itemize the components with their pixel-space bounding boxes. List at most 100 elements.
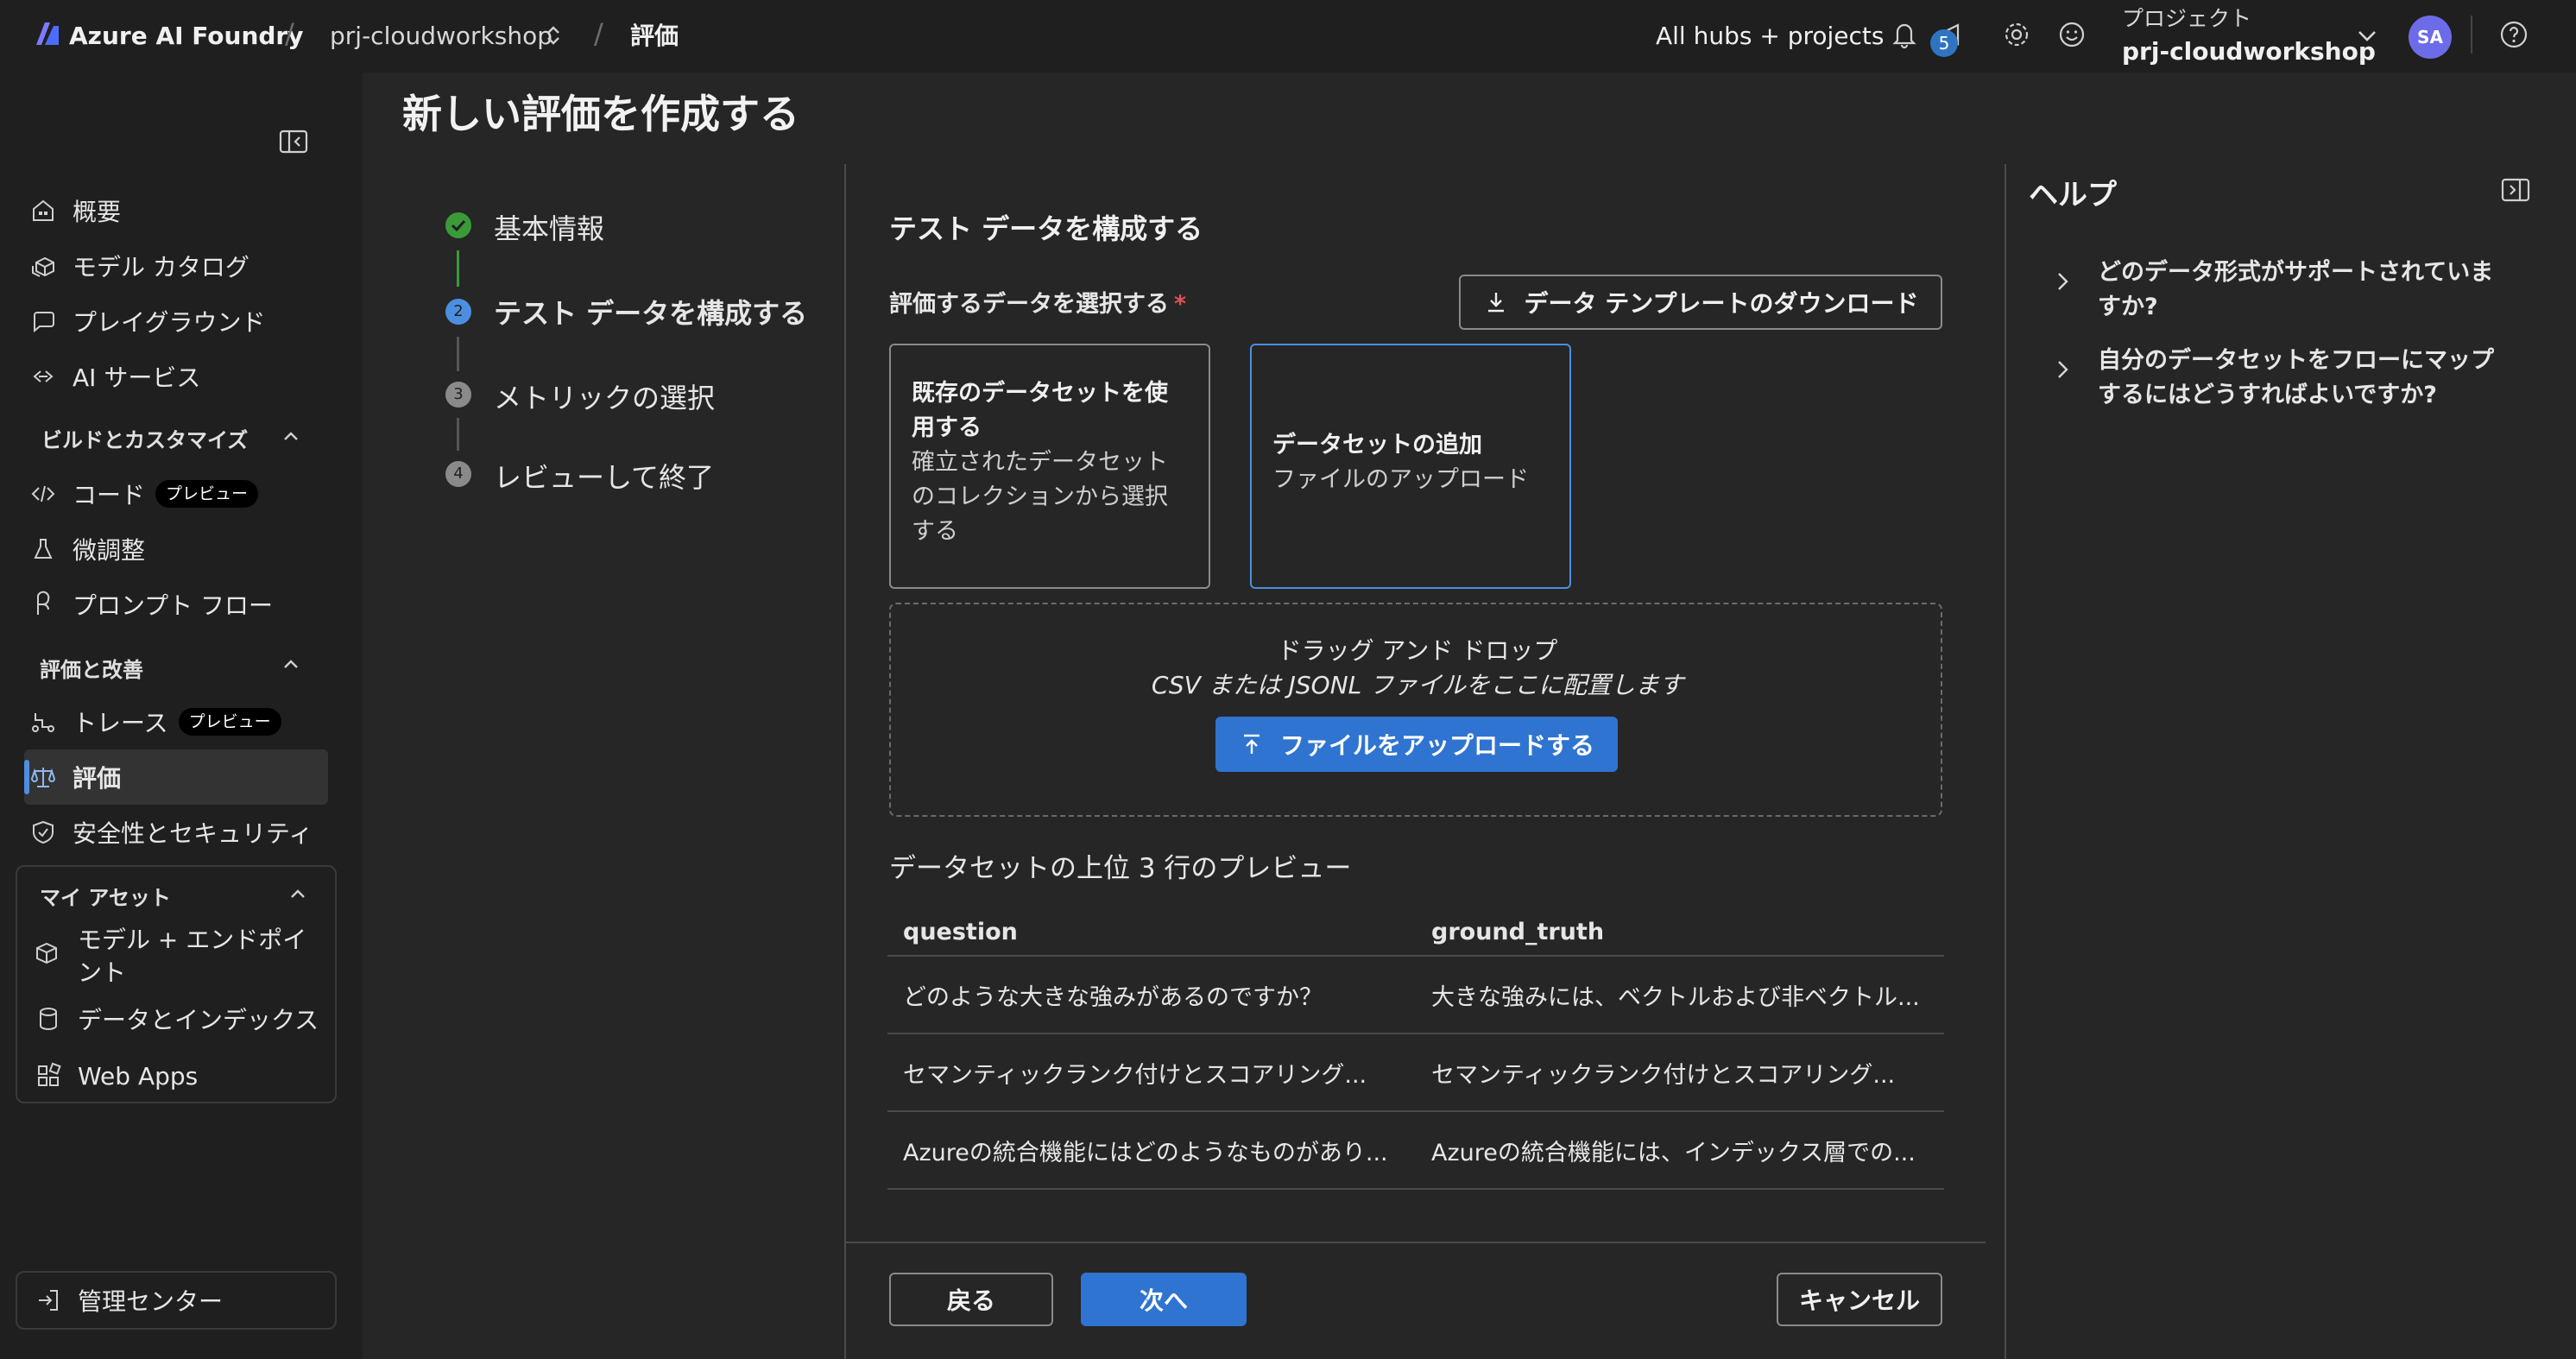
sidebar-item-trace[interactable]: トレース プレビュー: [28, 699, 281, 744]
cube-icon: [33, 939, 64, 970]
step-1-label[interactable]: 基本情報: [494, 207, 604, 247]
table-row: どのような大きな強みがあるのですか？ 大きな強みには、ベクトルおよび非ベクトル.…: [887, 957, 1944, 1034]
help-item-text: するにはどうすればよいですか?: [2098, 382, 2437, 408]
chevron-up-icon[interactable]: [285, 881, 311, 907]
table-row: セマンティックランク付けとスコアリング... セマンティックランク付けとスコアリ…: [887, 1034, 1944, 1112]
link-chain-icon: [28, 361, 59, 392]
chevron-right-icon: [2048, 266, 2079, 297]
help-icon[interactable]: [2497, 17, 2531, 52]
breadcrumb-project[interactable]: prj-cloudworkshop: [330, 19, 552, 54]
gear-icon[interactable]: [1999, 17, 2034, 52]
sidebar-item-model-catalog[interactable]: モデル カタログ: [28, 243, 249, 288]
chevron-up-icon[interactable]: [278, 423, 304, 449]
option-title: データセットの追加: [1272, 432, 1482, 458]
feedback-smiley-icon[interactable]: [2055, 17, 2089, 52]
home-icon: [28, 195, 59, 226]
preview-badge: プレビュー: [155, 480, 259, 508]
sidebar-item-evaluation[interactable]: 評価: [28, 755, 121, 800]
sidebar-item-playground[interactable]: プレイグラウンド: [28, 299, 265, 344]
step-3-label[interactable]: メトリックの選択: [494, 376, 715, 416]
upload-file-label: ファイルをアップロードする: [1279, 731, 1594, 760]
section-my-assets[interactable]: マイ アセット: [40, 881, 171, 911]
upload-arrow-icon: [1239, 731, 1265, 757]
required-marker: *: [1174, 291, 1187, 318]
back-button[interactable]: 戻る: [889, 1273, 1053, 1326]
collapse-help-panel-icon[interactable]: [2500, 176, 2531, 204]
option-add-dataset[interactable]: データセットの追加 ファイルのアップロード: [1250, 344, 1571, 589]
upload-file-button[interactable]: ファイルをアップロードする: [1215, 717, 1618, 772]
section-build-customize[interactable]: ビルドとカスタマイズ: [41, 423, 248, 453]
sidebar-item-label: 評価: [73, 764, 122, 793]
sidebar-item-label: 管理センター: [78, 1287, 224, 1316]
sidebar-item-label: プレイグラウンド: [73, 308, 266, 337]
sidebar-item-safety[interactable]: 安全性とセキュリティ: [28, 810, 313, 855]
step-connector: [457, 250, 459, 287]
step-connector: [457, 418, 459, 451]
sidebar-item-label: プロンプト フロー: [73, 591, 274, 620]
trace-icon: [28, 706, 59, 737]
preview-title: データセットの上位 3 行のプレビュー: [889, 853, 1352, 884]
sidebar-item-label: モデル + エンドポイント: [78, 926, 307, 987]
page-title: 新しい評価を作成する: [402, 91, 799, 137]
chevron-up-icon[interactable]: [278, 651, 304, 677]
table-cell: Azureの統合機能には、インデックス層での...: [1431, 1139, 1916, 1166]
breadcrumb-separator: /: [285, 17, 294, 50]
collapse-sidebar-icon[interactable]: [278, 128, 309, 155]
chevron-down-icon[interactable]: [2350, 19, 2384, 54]
help-item-text: 自分のデータセットをフローにマップ: [2098, 347, 2494, 374]
table-cell: セマンティックランク付けとスコアリング...: [1431, 1061, 1896, 1089]
dropzone-subtitle: CSV または JSONL ファイルをここに配置します: [1151, 671, 1684, 699]
step-2-dot: 2: [445, 299, 471, 325]
bell-icon[interactable]: [1887, 17, 1922, 52]
select-data-label: 評価するデータを選択する *: [889, 285, 1186, 319]
table-cell: どのような大きな強みがあるのですか？: [903, 983, 1323, 1011]
file-dropzone[interactable]: ドラッグ アンド ドロップ CSV または JSONL ファイルをここに配置しま…: [889, 603, 1942, 817]
table-header-row: question ground_truth: [887, 908, 1944, 957]
section-title: テスト データを構成する: [889, 212, 1203, 245]
column-divider: [2005, 164, 2006, 1359]
app-name[interactable]: Azure AI Foundry: [69, 19, 303, 54]
section-evaluate-improve[interactable]: 評価と改善: [40, 653, 143, 683]
option-title: 既存のデータセットを使: [912, 380, 1168, 407]
step-3-dot: 3: [445, 382, 471, 408]
chevron-updown-icon[interactable]: [540, 22, 566, 48]
column-divider: [844, 164, 846, 1359]
download-template-label: データ テンプレートのダウンロード: [1524, 289, 1919, 318]
sidebar-item-label: トレース: [73, 709, 168, 737]
column-header: ground_truth: [1431, 918, 1605, 945]
sidebar-item-finetune[interactable]: 微調整: [28, 527, 145, 572]
sign-in-arrow-icon: [33, 1285, 64, 1316]
sidebar-item-overview[interactable]: 概要: [28, 188, 121, 233]
help-item-supported-formats[interactable]: どのデータ形式がサポートされていま すか?: [2048, 256, 2531, 325]
option-description: する: [912, 518, 958, 545]
avatar[interactable]: SA: [2409, 16, 2452, 59]
top-bar: Azure AI Foundry / prj-cloudworkshop / 評…: [0, 0, 2576, 73]
shield-check-icon: [28, 817, 59, 848]
sidebar-item-ai-services[interactable]: AI サービス: [28, 354, 200, 399]
table-cell: セマンティックランク付けとスコアリング...: [903, 1061, 1367, 1089]
sidebar-item-prompt-flow[interactable]: プロンプト フロー: [28, 582, 273, 627]
code-brackets-icon: [28, 478, 59, 509]
sidebar-item-admin-center[interactable]: 管理センター: [33, 1278, 223, 1323]
topbar-divider: [2471, 16, 2472, 54]
sidebar-item-data-indexes[interactable]: データとインデックス: [33, 996, 319, 1041]
all-hubs-link[interactable]: All hubs + projects: [1656, 19, 1885, 54]
sidebar-item-label: 安全性とセキュリティ: [73, 819, 313, 848]
sidebar-item-label: Web Apps: [78, 1061, 199, 1090]
next-button[interactable]: 次へ: [1081, 1273, 1247, 1326]
preview-badge: プレビュー: [178, 708, 281, 736]
step-connector: [457, 337, 459, 371]
download-template-button[interactable]: データ テンプレートのダウンロード: [1459, 275, 1942, 330]
sidebar-item-code[interactable]: コード プレビュー: [28, 471, 259, 516]
step-4-label[interactable]: レビューして終了: [494, 456, 714, 496]
cancel-button[interactable]: キャンセル: [1777, 1273, 1942, 1326]
help-item-map-dataset[interactable]: 自分のデータセットをフローにマップ するにはどうすればよいですか?: [2048, 344, 2531, 413]
step-1-complete-icon: [445, 212, 471, 238]
step-2-label[interactable]: テスト データを構成する: [494, 292, 807, 332]
sidebar-item-web-apps[interactable]: Web Apps: [33, 1053, 198, 1098]
sidebar-item-models-endpoints[interactable]: モデル + エンドポイント: [33, 924, 326, 989]
option-title: 用する: [912, 414, 982, 441]
project-name[interactable]: prj-cloudworkshop: [2122, 35, 2376, 69]
azure-ai-foundry-logo-icon[interactable]: [33, 19, 62, 48]
option-existing-dataset[interactable]: 既存のデータセットを使 用する 確立されたデータセット のコレクションから選択 …: [889, 344, 1210, 589]
